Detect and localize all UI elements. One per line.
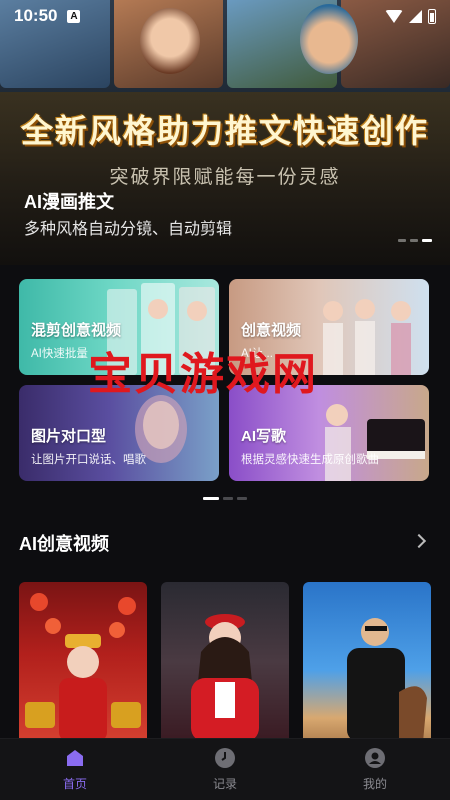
page-dot	[223, 497, 233, 500]
nav-item-records[interactable]: 记录	[150, 739, 300, 800]
card-title: 混剪创意视频	[31, 322, 122, 339]
video-thumbnail	[25, 593, 141, 742]
card-description: 让图片开口说话、唱歌	[31, 454, 146, 466]
card-title: 图片对口型	[31, 428, 107, 445]
nav-label: 我的	[362, 777, 387, 791]
page-dot-active	[422, 239, 432, 242]
video-card[interactable]	[19, 582, 147, 742]
watermark: 宝贝游戏网	[88, 349, 318, 400]
nav-item-profile[interactable]: 我的	[300, 739, 450, 800]
status-bar: 10:50 A	[0, 0, 450, 32]
card-title: AI写歌	[241, 428, 287, 445]
page-dot	[398, 239, 406, 242]
clock-icon	[214, 747, 236, 769]
home-icon	[64, 747, 86, 769]
banner-headline: 全新风格助力推文快速创作	[20, 112, 429, 150]
profile-icon	[364, 747, 386, 769]
card-title: 创意视频	[241, 322, 302, 339]
hero-banner[interactable]: 全新风格助力推文快速创作 突破界限赋能每一份灵感 AI漫画推文 多种风格自动分镜…	[0, 0, 450, 265]
section-title: AI创意视频	[19, 534, 109, 554]
page-dot-active	[203, 497, 219, 500]
wifi-icon	[385, 9, 403, 23]
card-description: 根据灵感快速生成原创歌曲	[241, 454, 379, 466]
page-dot	[410, 239, 418, 242]
battery-icon	[428, 8, 436, 24]
status-icons	[385, 8, 436, 24]
page-dot	[237, 497, 247, 500]
video-thumbnail	[191, 614, 259, 742]
chevron-right-icon[interactable]	[411, 533, 427, 549]
card-description: AI快速批量	[31, 348, 88, 360]
banner-subheadline: 突破界限赋能每一份灵感	[109, 167, 341, 188]
nav-label: 首页	[62, 777, 87, 791]
nav-label: 记录	[212, 777, 237, 791]
features-page-indicator	[0, 497, 450, 500]
banner-title: AI漫画推文	[24, 192, 114, 212]
signal-icon	[409, 9, 422, 23]
video-list	[19, 582, 431, 742]
nav-item-home[interactable]: 首页	[0, 739, 150, 800]
video-thumbnail	[347, 618, 427, 742]
card-illustration	[323, 299, 411, 375]
notification-icon: A	[67, 9, 81, 23]
bottom-navigation: 首页 记录 我的	[0, 738, 450, 800]
video-card[interactable]	[161, 582, 289, 742]
banner-description: 多种风格自动分镜、自动剪辑	[24, 221, 233, 238]
banner-page-indicator	[398, 239, 432, 242]
video-card[interactable]	[303, 582, 431, 742]
status-time: 10:50	[14, 6, 58, 25]
